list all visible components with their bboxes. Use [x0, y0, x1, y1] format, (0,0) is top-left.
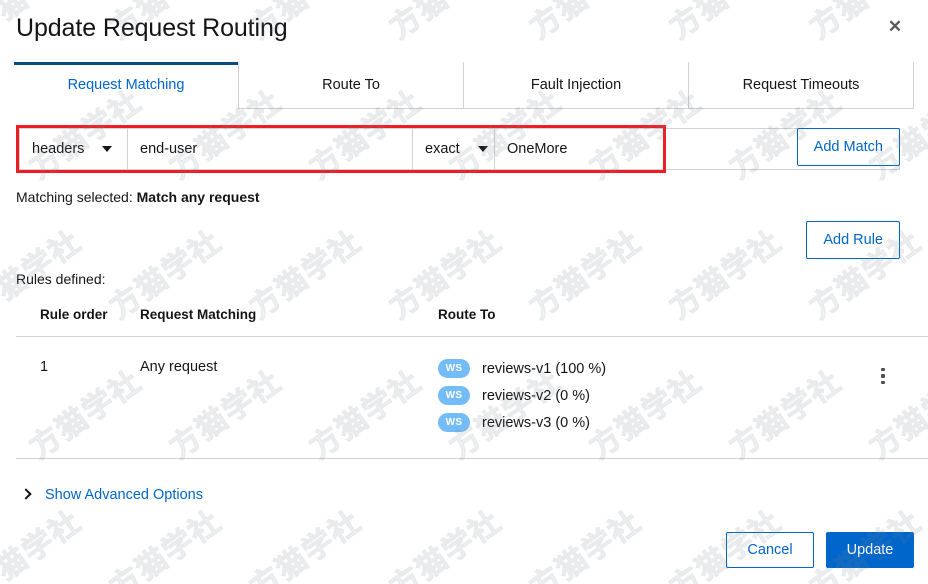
chevron-down-icon	[477, 146, 488, 152]
tab-request-matching[interactable]: Request Matching	[14, 62, 239, 109]
table-header-row: Rule order Request Matching Route To	[16, 307, 928, 337]
tab-label: Fault Injection	[530, 77, 622, 93]
rules-table: Rule order Request Matching Route To 1 A…	[16, 307, 928, 459]
show-advanced-options-label: Show Advanced Options	[45, 487, 203, 503]
table-row: 1 Any request WS reviews-v1 (100 %) WS r…	[16, 336, 928, 459]
show-advanced-options-toggle[interactable]: Show Advanced Options	[20, 487, 203, 503]
tab-bar: Request Matching Route To Fault Injectio…	[14, 62, 914, 109]
kebab-dot	[881, 374, 885, 378]
tab-request-timeouts[interactable]: Request Timeouts	[688, 62, 914, 108]
match-category-select[interactable]: headers	[20, 129, 128, 169]
tab-route-to[interactable]: Route To	[238, 62, 464, 108]
tab-label: Route To	[322, 77, 380, 93]
cell-route-to: WS reviews-v1 (100 %) WS reviews-v2 (0 %…	[438, 336, 848, 459]
route-destination: WS reviews-v3 (0 %)	[438, 413, 848, 432]
rules-defined-label: Rules defined:	[16, 271, 106, 287]
cancel-button[interactable]: Cancel	[726, 532, 814, 568]
column-header-actions	[848, 307, 928, 337]
matching-selected-status: Matching selected: Match any request	[16, 189, 914, 205]
kebab-dot	[881, 367, 885, 371]
cell-row-actions	[848, 336, 928, 459]
match-builder: headers exact Add Match	[14, 125, 914, 175]
route-label: reviews-v3 (0 %)	[482, 414, 590, 431]
route-label: reviews-v1 (100 %)	[482, 360, 607, 377]
column-header-rule-order: Rule order	[16, 307, 140, 337]
close-icon[interactable]: ✕	[880, 12, 910, 42]
dialog-footer: Cancel Update	[726, 532, 914, 568]
chevron-down-icon	[102, 146, 113, 152]
cell-request-matching: Any request	[140, 336, 438, 459]
tab-fault-injection[interactable]: Fault Injection	[463, 62, 689, 108]
chevron-right-icon	[20, 489, 32, 501]
route-label: reviews-v2 (0 %)	[482, 387, 590, 404]
add-match-button[interactable]: Add Match	[796, 128, 900, 166]
kebab-menu-icon[interactable]	[872, 362, 894, 390]
column-header-route-to: Route To	[438, 307, 848, 337]
workload-badge-icon: WS	[438, 413, 470, 432]
kebab-dot	[881, 380, 885, 384]
update-button[interactable]: Update	[826, 532, 914, 568]
update-request-routing-dialog: Update Request Routing ✕ Request Matchin…	[0, 0, 928, 584]
matching-selected-value: Match any request	[136, 189, 260, 205]
match-category-value: headers	[32, 141, 85, 157]
cell-rule-order: 1	[16, 336, 140, 459]
route-destination: WS reviews-v1 (100 %)	[438, 359, 848, 378]
tab-label: Request Matching	[67, 77, 185, 93]
add-rule-area: Add Rule	[14, 221, 914, 265]
add-rule-button[interactable]: Add Rule	[806, 221, 900, 259]
match-operator-select[interactable]: exact	[413, 129, 495, 169]
page-title: Update Request Routing	[16, 14, 288, 42]
matching-selected-prefix: Matching selected:	[16, 189, 133, 205]
match-name-input[interactable]	[128, 129, 413, 169]
route-destination: WS reviews-v2 (0 %)	[438, 386, 848, 405]
workload-badge-icon: WS	[438, 359, 470, 378]
tab-label: Request Timeouts	[742, 77, 860, 93]
column-header-request-matching: Request Matching	[140, 307, 438, 337]
workload-badge-icon: WS	[438, 386, 470, 405]
match-input-group: headers exact	[19, 128, 900, 170]
dialog-header: Update Request Routing ✕	[14, 0, 914, 62]
match-operator-value: exact	[425, 141, 460, 157]
